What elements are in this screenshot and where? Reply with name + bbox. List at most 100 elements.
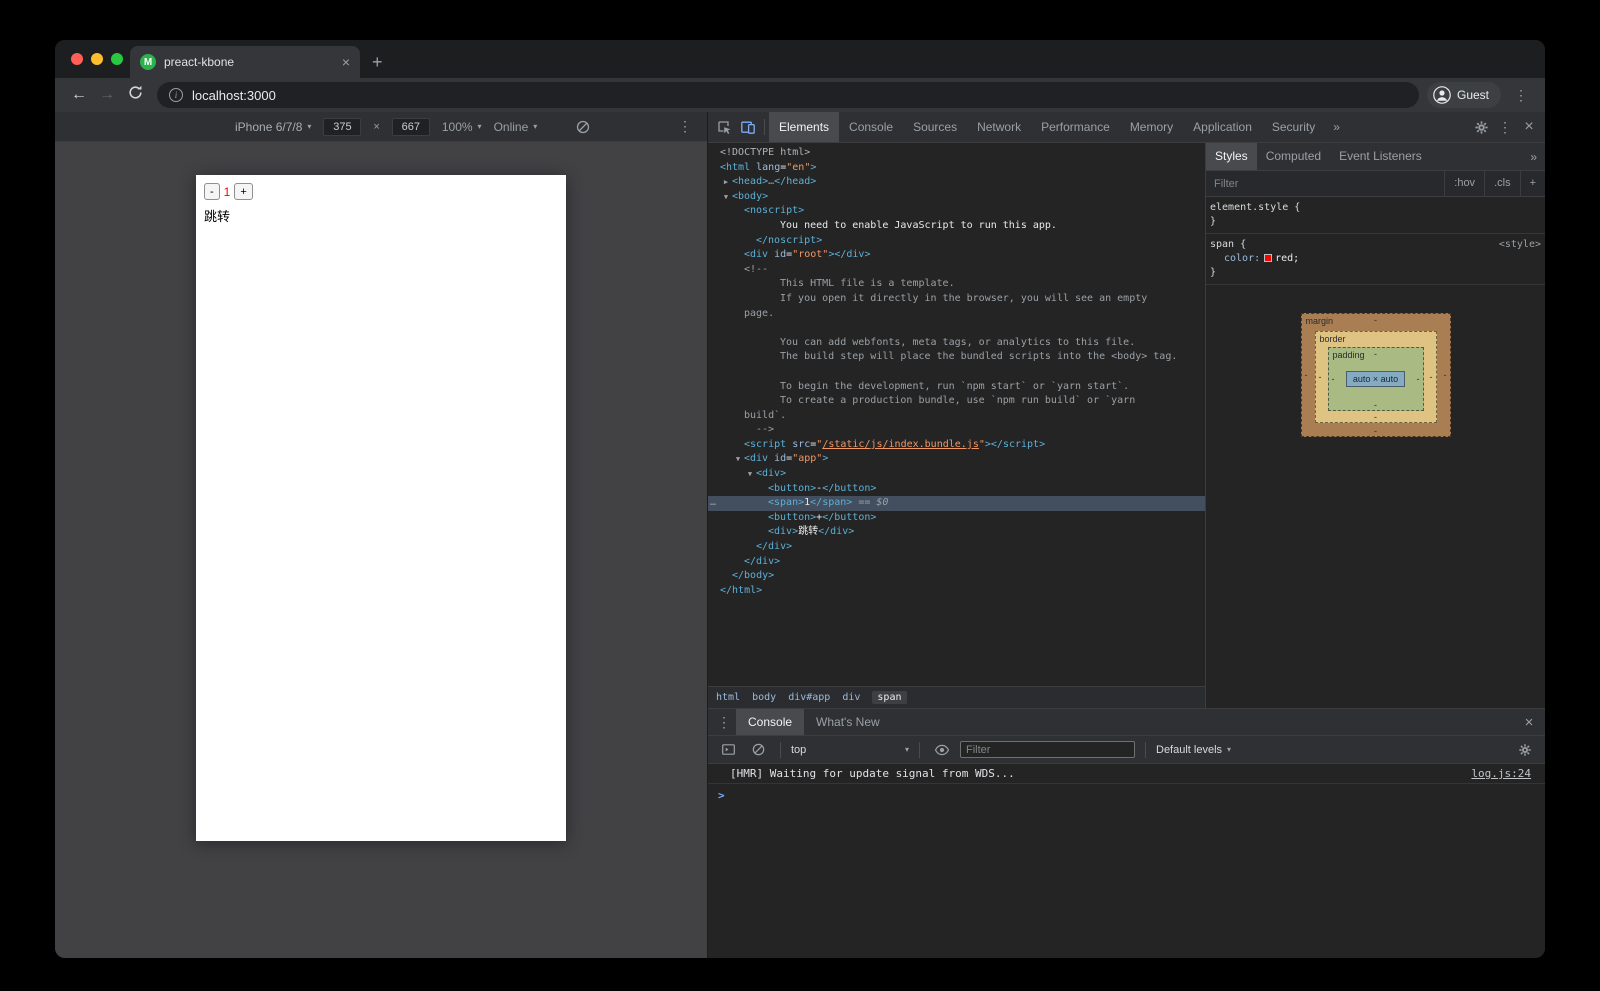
dom-tree-line[interactable]: ▼<body> [708, 190, 1205, 205]
devtools-tab-elements[interactable]: Elements [769, 112, 839, 142]
breadcrumb-item-div[interactable]: div [842, 692, 860, 703]
devtools-tab-performance[interactable]: Performance [1031, 112, 1120, 142]
dom-tree-line[interactable]: You need to enable JavaScript to run thi… [708, 219, 1205, 234]
dom-tree-line[interactable]: <html lang="en"> [708, 161, 1205, 176]
console-drawer-tab-console[interactable]: Console [736, 709, 804, 735]
console-drawer-tab-what-s-new[interactable]: What's New [804, 709, 892, 735]
dom-tree-line[interactable]: </body> [708, 569, 1205, 584]
css-property-value[interactable]: red; [1275, 253, 1299, 264]
throttling-select[interactable]: Online▾ [494, 120, 538, 134]
dom-tree-line[interactable] [708, 365, 1205, 380]
breadcrumb-item-span[interactable]: span [872, 691, 906, 704]
color-swatch[interactable] [1264, 254, 1272, 262]
more-panels-icon[interactable]: » [1325, 112, 1348, 142]
margin-left-value[interactable]: - [1305, 370, 1308, 380]
dom-tree-line[interactable]: To begin the development, run `npm start… [708, 380, 1205, 395]
inspect-element-icon[interactable] [712, 115, 736, 139]
css-property-name[interactable]: color: [1210, 253, 1260, 264]
box-model-content[interactable]: auto × auto [1346, 371, 1405, 387]
browser-menu-icon[interactable]: ⋮ [1507, 87, 1535, 104]
padding-bottom-value[interactable]: - [1374, 400, 1377, 410]
devtools-tab-application[interactable]: Application [1183, 112, 1262, 142]
device-height-input[interactable] [392, 118, 430, 136]
drawer-close-icon[interactable]: × [1517, 710, 1541, 734]
collapse-arrow-icon[interactable]: ▼ [721, 190, 731, 205]
padding-left-value[interactable]: - [1332, 374, 1335, 384]
drawer-menu-icon[interactable]: ⋮ [712, 710, 736, 734]
margin-top-value[interactable]: - [1374, 315, 1377, 325]
border-left-value[interactable]: - [1319, 372, 1322, 382]
device-select[interactable]: iPhone 6/7/8▾ [235, 120, 311, 134]
dom-tree-line[interactable]: <!DOCTYPE html> [708, 146, 1205, 161]
style-rule-inline[interactable]: element.style { } [1206, 197, 1545, 234]
styles-tab-event-listeners[interactable]: Event Listeners [1330, 143, 1431, 170]
jump-link[interactable]: 跳转 [204, 206, 558, 225]
dom-tree-line[interactable]: </div> [708, 555, 1205, 570]
close-window-button[interactable] [71, 53, 83, 65]
dom-tree-line[interactable]: </noscript> [708, 234, 1205, 249]
breadcrumb-item-html[interactable]: html [716, 692, 740, 703]
devtools-tab-memory[interactable]: Memory [1120, 112, 1183, 142]
devtools-tab-security[interactable]: Security [1262, 112, 1325, 142]
dom-tree-line[interactable]: <!-- [708, 263, 1205, 278]
box-model-margin[interactable]: margin - - - - border - - - pa [1301, 313, 1451, 437]
log-levels-dropdown[interactable]: Default levels▾ [1156, 744, 1231, 756]
expand-arrow-icon[interactable]: ▶ [721, 175, 731, 190]
forward-button[interactable]: → [93, 86, 121, 104]
devtools-tab-console[interactable]: Console [839, 112, 903, 142]
decrement-button[interactable]: - [204, 183, 220, 200]
rotate-icon[interactable] [571, 115, 595, 139]
dom-tree-line[interactable]: ▼<div> [708, 467, 1205, 482]
margin-right-value[interactable]: - [1444, 370, 1447, 380]
dom-tree-line-selected[interactable]: …<span>1</span> == $0 [708, 496, 1205, 511]
devtools-settings-gear-icon[interactable] [1469, 115, 1493, 139]
more-actions-icon[interactable]: … [710, 496, 716, 511]
increment-button[interactable]: + [234, 183, 252, 200]
device-toolbar-menu-icon[interactable]: ⋮ [673, 115, 697, 139]
device-toolbar-toggle-icon[interactable] [736, 115, 760, 139]
padding-top-value[interactable]: - [1374, 349, 1377, 359]
new-tab-button[interactable]: + [372, 53, 383, 71]
box-model-border[interactable]: border - - - padding - - - - [1315, 331, 1437, 423]
element-classes-button[interactable]: .cls [1484, 171, 1520, 196]
minimize-window-button[interactable] [91, 53, 103, 65]
style-origin-link[interactable]: <style> [1499, 238, 1541, 252]
toggle-element-state-button[interactable]: :hov [1444, 171, 1484, 196]
profile-button[interactable]: Guest [1427, 82, 1501, 108]
devtools-menu-icon[interactable]: ⋮ [1493, 115, 1517, 139]
console-settings-gear-icon[interactable] [1513, 738, 1537, 762]
collapse-arrow-icon[interactable]: ▼ [745, 467, 755, 482]
reload-button[interactable] [121, 84, 149, 106]
devtools-tab-sources[interactable]: Sources [903, 112, 967, 142]
box-model-padding[interactable]: padding - - - - auto × auto [1328, 347, 1424, 411]
console-context-dropdown[interactable]: top▾ [791, 744, 909, 756]
dom-tree-line[interactable]: <button>+</button> [708, 511, 1205, 526]
dom-tree-line[interactable]: ▼<div id="app"> [708, 452, 1205, 467]
clear-console-icon[interactable] [746, 738, 770, 762]
zoom-select[interactable]: 100%▾ [442, 120, 482, 134]
live-expression-eye-icon[interactable] [930, 738, 954, 762]
dom-tree-line[interactable]: This HTML file is a template. [708, 277, 1205, 292]
zoom-window-button[interactable] [111, 53, 123, 65]
dom-tree-line[interactable] [708, 321, 1205, 336]
box-model-diagram[interactable]: margin - - - - border - - - pa [1206, 313, 1545, 437]
collapse-arrow-icon[interactable]: ▼ [733, 452, 743, 467]
breadcrumb-item-div-app[interactable]: div#app [788, 692, 830, 703]
dom-tree-line[interactable]: To create a production bundle, use `npm … [708, 394, 1205, 409]
device-width-input[interactable] [323, 118, 361, 136]
devtools-close-icon[interactable]: × [1517, 115, 1541, 139]
inline-rule-selector[interactable]: element.style { [1206, 201, 1545, 215]
padding-right-value[interactable]: - [1417, 374, 1420, 384]
styles-tab-computed[interactable]: Computed [1257, 143, 1330, 170]
margin-bottom-value[interactable]: - [1374, 426, 1377, 436]
tab-close-icon[interactable]: × [342, 54, 350, 70]
console-prompt-chevron[interactable]: > [718, 789, 725, 802]
console-sidebar-icon[interactable] [716, 738, 740, 762]
style-rule-span[interactable]: span { <style> color:red; } [1206, 234, 1545, 285]
dom-tree-line[interactable]: The build step will place the bundled sc… [708, 350, 1205, 365]
console-prompt-row[interactable]: > [708, 784, 1545, 802]
dom-tree-line[interactable]: --> [708, 423, 1205, 438]
browser-tab[interactable]: M preact-kbone × [130, 46, 360, 78]
dom-tree-line[interactable]: If you open it directly in the browser, … [708, 292, 1205, 307]
dom-tree-line[interactable]: <div id="root"></div> [708, 248, 1205, 263]
